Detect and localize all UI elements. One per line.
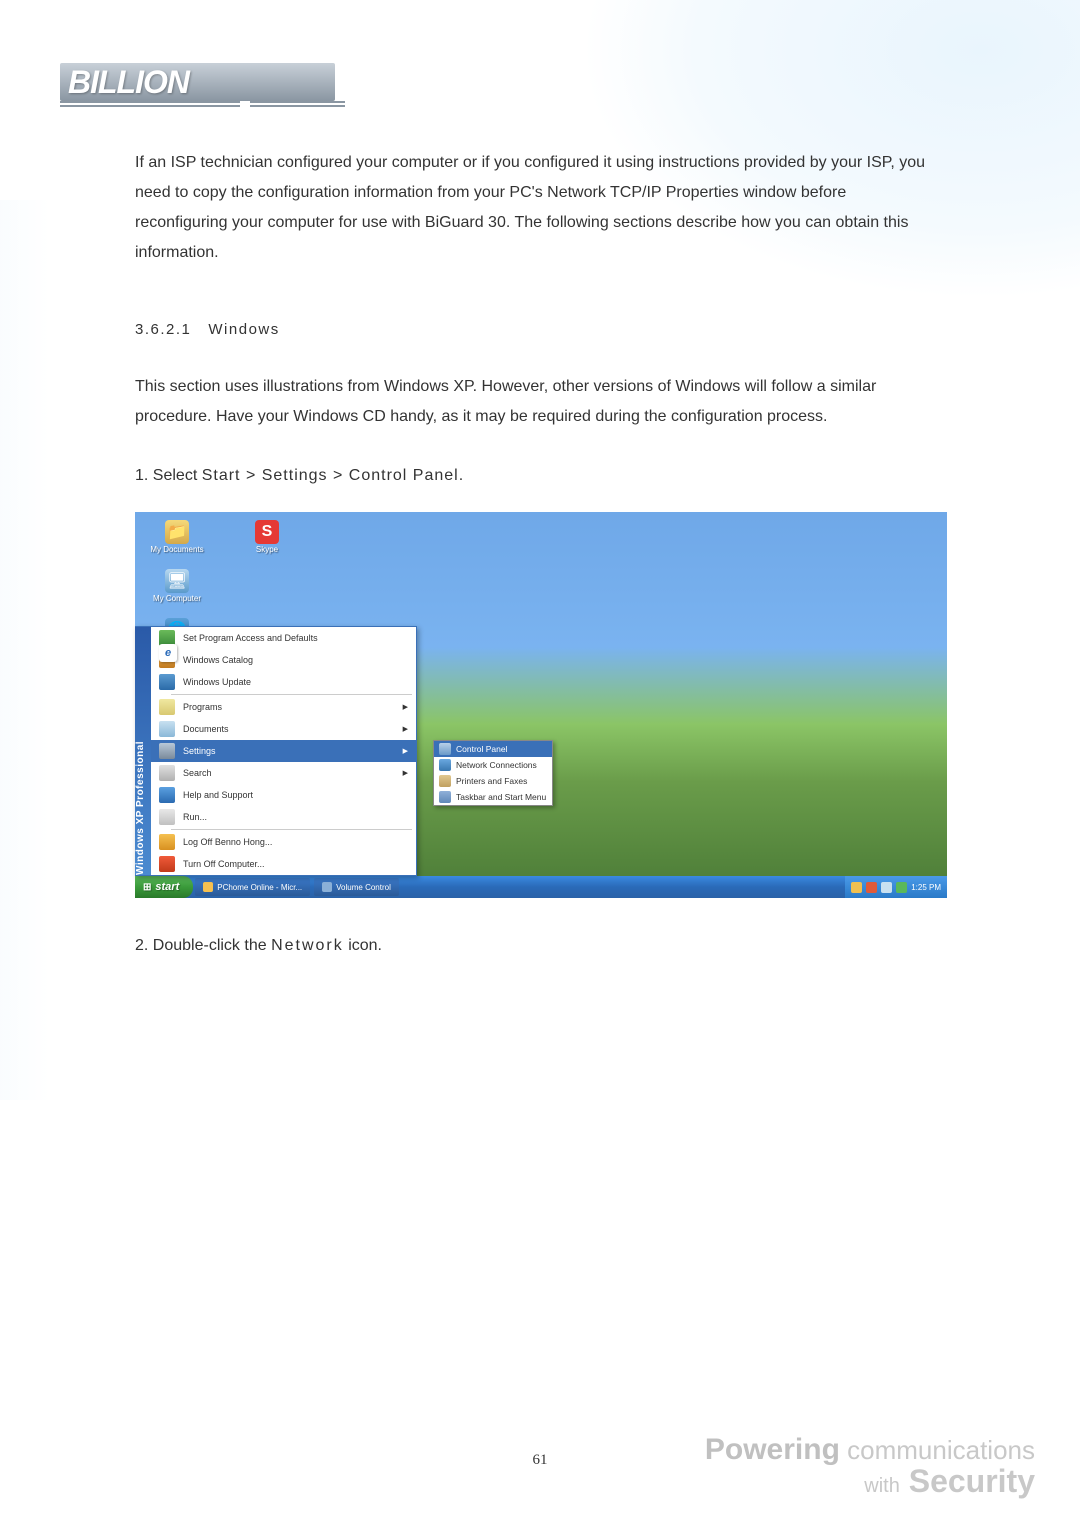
search-icon bbox=[159, 765, 175, 781]
desktop-icon-skype[interactable]: S Skype bbox=[237, 520, 297, 555]
run-label: Run... bbox=[183, 812, 207, 822]
menu-run[interactable]: Run... bbox=[151, 806, 416, 828]
taskbar-menu-icon bbox=[439, 791, 451, 803]
tray-icon-2[interactable] bbox=[866, 882, 877, 893]
menu-search[interactable]: Search ▶ bbox=[151, 762, 416, 784]
tray-clock: 1:25 PM bbox=[911, 883, 941, 892]
log-off-label: Log Off Benno Hong... bbox=[183, 837, 272, 847]
documents-label: Documents bbox=[183, 724, 229, 734]
settings-label: Settings bbox=[183, 746, 216, 756]
windows-catalog-label: Windows Catalog bbox=[183, 655, 253, 665]
network-connections-icon bbox=[439, 759, 451, 771]
step-2-suffix: icon. bbox=[344, 937, 382, 954]
desktop-icon-my-computer[interactable]: 🖥 My Computer bbox=[147, 569, 207, 604]
menu-windows-catalog[interactable]: Windows Catalog bbox=[151, 649, 416, 671]
log-off-icon bbox=[159, 834, 175, 850]
floating-ie-shortcut-icon[interactable]: e bbox=[159, 644, 177, 662]
brand-logo: BILLION bbox=[60, 63, 335, 125]
taskbar: start PChome Online - Micr... Volume Con… bbox=[135, 876, 947, 898]
skype-icon: S bbox=[255, 520, 279, 544]
step-2-keyword: Network bbox=[271, 937, 344, 954]
submenu-taskbar-start[interactable]: Taskbar and Start Menu bbox=[434, 789, 552, 805]
run-icon bbox=[159, 809, 175, 825]
menu-programs[interactable]: Programs ▶ bbox=[151, 696, 416, 718]
intro-paragraph: If an ISP technician configured your com… bbox=[135, 148, 935, 268]
pchome-label: PChome Online - Micr... bbox=[217, 883, 302, 892]
step-1: 1. Select Start > Settings > Control Pan… bbox=[135, 462, 935, 490]
start-button-label: start bbox=[155, 881, 179, 893]
turn-off-label: Turn Off Computer... bbox=[183, 859, 265, 869]
start-menu: Windows XP Professional Set Program Acce… bbox=[135, 626, 417, 876]
programs-label: Programs bbox=[183, 702, 222, 712]
chevron-right-icon: ▶ bbox=[403, 769, 408, 777]
power-off-icon bbox=[159, 856, 175, 872]
menu-settings[interactable]: Settings ▶ Control Panel Network Connect… bbox=[151, 740, 416, 762]
settings-submenu: Control Panel Network Connections Printe… bbox=[433, 740, 553, 806]
subsection-title: Windows bbox=[208, 321, 279, 338]
control-panel-label: Control Panel bbox=[456, 744, 508, 754]
windows-xp-screenshot: 📁 My Documents S Skype 🖥 My Computer 🌐 M… bbox=[135, 512, 947, 898]
submenu-printers-faxes[interactable]: Printers and Faxes bbox=[434, 773, 552, 789]
submenu-control-panel[interactable]: Control Panel bbox=[434, 741, 552, 757]
taskbar-start-label: Taskbar and Start Menu bbox=[456, 792, 546, 802]
windows-update-label: Windows Update bbox=[183, 677, 251, 687]
volume-label: Volume Control bbox=[336, 883, 391, 892]
printers-faxes-label: Printers and Faxes bbox=[456, 776, 527, 786]
tray-icon-1[interactable] bbox=[851, 882, 862, 893]
chevron-right-icon: ▶ bbox=[403, 725, 408, 733]
windows-update-icon bbox=[159, 674, 175, 690]
documents-icon bbox=[159, 721, 175, 737]
chevron-right-icon: ▶ bbox=[403, 703, 408, 711]
tagline-communications: communications bbox=[847, 1435, 1035, 1465]
subsection-number: 3.6.2.1 bbox=[135, 321, 191, 338]
chevron-right-icon: ▶ bbox=[403, 747, 408, 755]
control-panel-icon bbox=[439, 743, 451, 755]
step-2: 2. Double-click the Network icon. bbox=[135, 932, 935, 960]
tray-icon-3[interactable] bbox=[881, 882, 892, 893]
step-1-suffix: . bbox=[459, 467, 463, 484]
step-1-path: Start > Settings > Control Panel bbox=[202, 467, 459, 484]
menu-windows-update[interactable]: Windows Update bbox=[151, 671, 416, 693]
tagline-security: Security bbox=[909, 1463, 1035, 1499]
menu-set-program-access[interactable]: Set Program Access and Defaults bbox=[151, 627, 416, 649]
logo-text: BILLION bbox=[60, 63, 335, 101]
settings-icon bbox=[159, 743, 175, 759]
subsection-heading: 3.6.2.1 Windows bbox=[135, 316, 935, 344]
printers-faxes-icon bbox=[439, 775, 451, 787]
tagline-with: with bbox=[864, 1475, 900, 1497]
programs-icon bbox=[159, 699, 175, 715]
browser-task-icon bbox=[203, 882, 213, 892]
footer-tagline: Powering communications with Security bbox=[705, 1434, 1035, 1499]
tagline-powering: Powering bbox=[705, 1433, 840, 1466]
start-menu-sidebar: Windows XP Professional bbox=[135, 627, 151, 875]
taskbar-item-volume[interactable]: Volume Control bbox=[314, 878, 399, 896]
skype-label: Skype bbox=[256, 546, 278, 555]
folder-icon: 📁 bbox=[165, 520, 189, 544]
computer-icon: 🖥 bbox=[165, 569, 189, 593]
network-connections-label: Network Connections bbox=[456, 760, 537, 770]
desktop-icon-my-documents[interactable]: 📁 My Documents bbox=[147, 520, 207, 555]
program-access-label: Set Program Access and Defaults bbox=[183, 633, 318, 643]
my-computer-label: My Computer bbox=[153, 595, 201, 604]
system-tray[interactable]: 1:25 PM bbox=[845, 876, 947, 898]
tray-icon-4[interactable] bbox=[896, 882, 907, 893]
menu-help-support[interactable]: Help and Support bbox=[151, 784, 416, 806]
my-documents-label: My Documents bbox=[150, 546, 203, 555]
step-2-prefix: 2. Double-click the bbox=[135, 937, 271, 954]
help-icon bbox=[159, 787, 175, 803]
step-1-prefix: 1. Select bbox=[135, 467, 202, 484]
windows-paragraph: This section uses illustrations from Win… bbox=[135, 372, 935, 432]
help-label: Help and Support bbox=[183, 790, 253, 800]
menu-log-off[interactable]: Log Off Benno Hong... bbox=[151, 831, 416, 853]
volume-task-icon bbox=[322, 882, 332, 892]
menu-documents[interactable]: Documents ▶ bbox=[151, 718, 416, 740]
search-label: Search bbox=[183, 768, 212, 778]
start-button[interactable]: start bbox=[135, 876, 193, 898]
submenu-network-connections[interactable]: Network Connections bbox=[434, 757, 552, 773]
menu-turn-off[interactable]: Turn Off Computer... bbox=[151, 853, 416, 875]
taskbar-item-pchome[interactable]: PChome Online - Micr... bbox=[195, 878, 310, 896]
